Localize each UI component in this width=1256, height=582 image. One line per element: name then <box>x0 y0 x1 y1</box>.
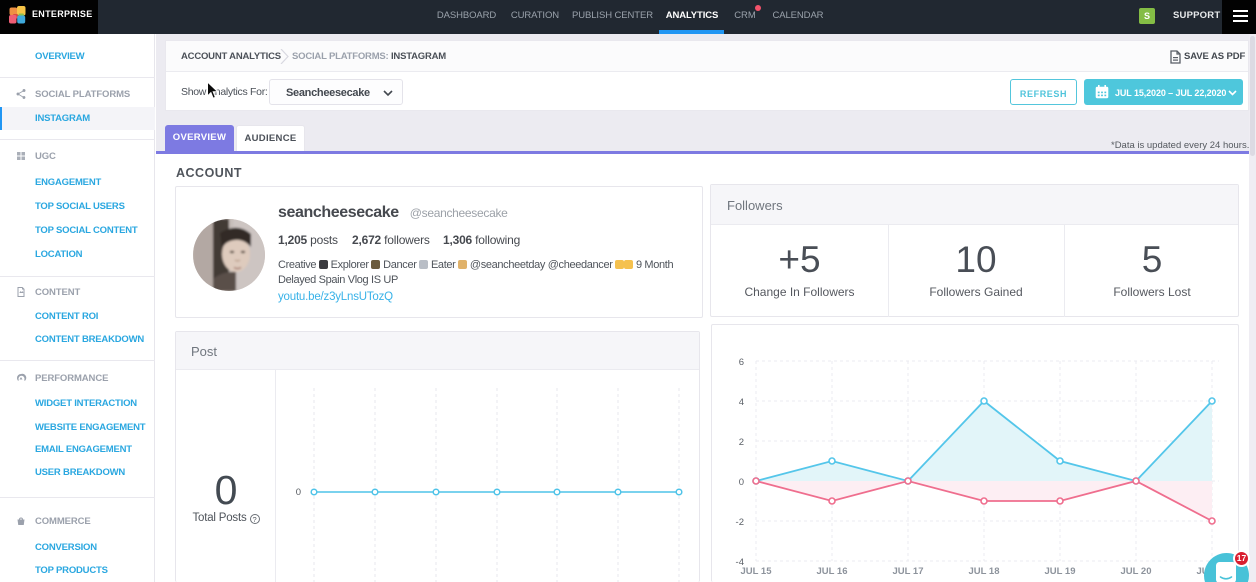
svg-text:JUL 17: JUL 17 <box>893 566 924 577</box>
svg-text:JUL 20: JUL 20 <box>1121 566 1152 577</box>
svg-text:0: 0 <box>296 487 301 498</box>
svg-text:JUL 19: JUL 19 <box>1045 566 1076 577</box>
svg-text:-2: -2 <box>736 517 744 528</box>
svg-text:JUL 15: JUL 15 <box>741 566 773 577</box>
svg-text:JUL 16: JUL 16 <box>817 566 848 577</box>
svg-text:4: 4 <box>739 397 744 408</box>
svg-text:2: 2 <box>739 437 744 448</box>
svg-text:6: 6 <box>739 357 744 368</box>
svg-text:JUL 18: JUL 18 <box>969 566 1000 577</box>
svg-text:0: 0 <box>739 477 744 488</box>
